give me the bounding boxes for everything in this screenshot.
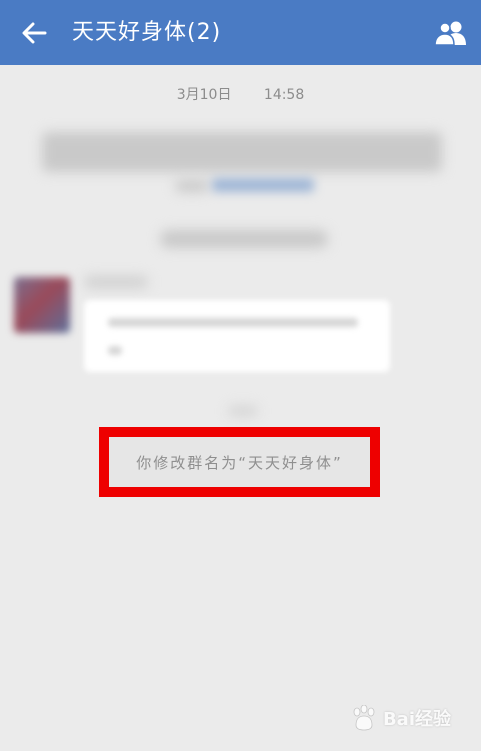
highlight-annotation-box: 你修改群名为“天天好身体” [99, 427, 380, 497]
chat-title: 天天好身体(2) [72, 20, 222, 45]
redacted-small-text [228, 406, 258, 416]
group-members-button[interactable] [431, 16, 471, 50]
arrow-left-icon [22, 22, 47, 44]
watermark: Bai经验 [349, 705, 451, 731]
paw-logo-icon [353, 705, 375, 731]
watermark-text: Bai经验 [382, 709, 451, 730]
redacted-text-line [175, 180, 209, 192]
redacted-text-block [42, 132, 442, 172]
redacted-link [212, 178, 314, 192]
rename-system-message: 你修改群名为“天天好身体” [136, 453, 343, 472]
group-members-icon [434, 21, 466, 46]
redacted-sender-name [84, 276, 148, 288]
message-timestamp: 3月10日 14:58 [176, 87, 305, 103]
top-bar: 天天好身体(2) [0, 0, 481, 65]
redacted-message-line [108, 318, 358, 327]
sender-avatar[interactable] [14, 277, 70, 333]
redacted-message-line [108, 346, 122, 355]
back-button[interactable] [14, 14, 54, 52]
message-bubble[interactable] [84, 300, 390, 372]
chat-screen: 天天好身体(2) 3月10日 14:58 你修改群名为“天天好身体” Bai经验 [0, 0, 481, 751]
redacted-system-notice [160, 230, 328, 248]
